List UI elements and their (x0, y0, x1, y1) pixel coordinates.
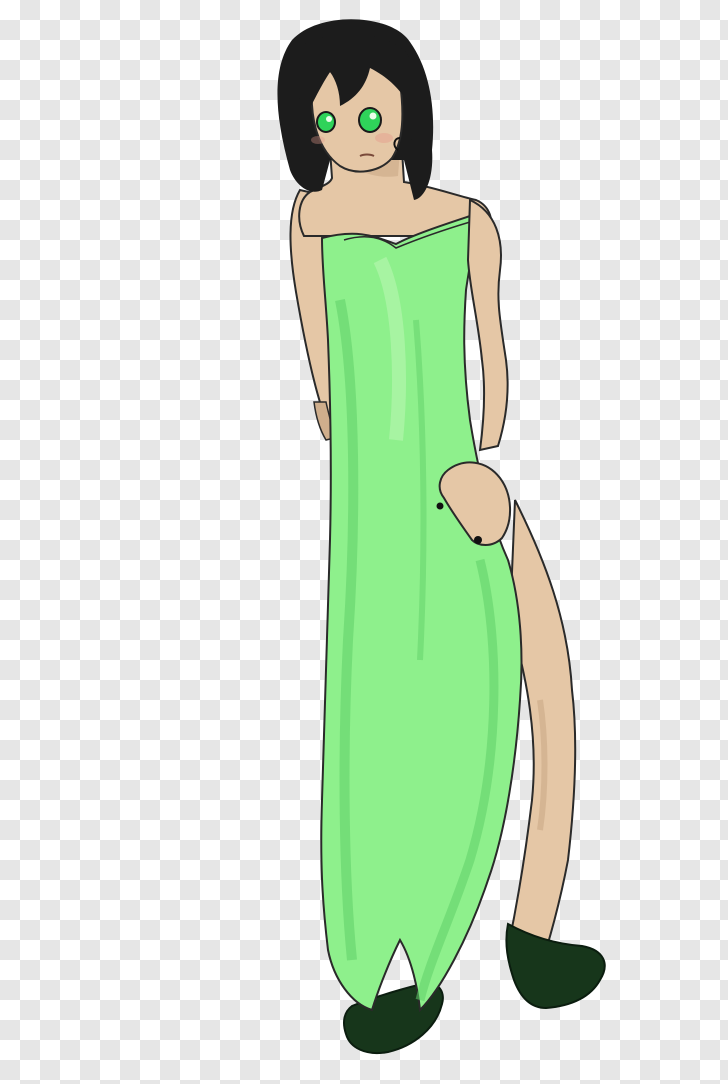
right-shoe (505, 922, 606, 1010)
character-illustration (277, 19, 606, 1054)
left-eye (316, 111, 336, 133)
right-eye (358, 107, 382, 133)
transparency-checkerboard-background (0, 0, 728, 1084)
